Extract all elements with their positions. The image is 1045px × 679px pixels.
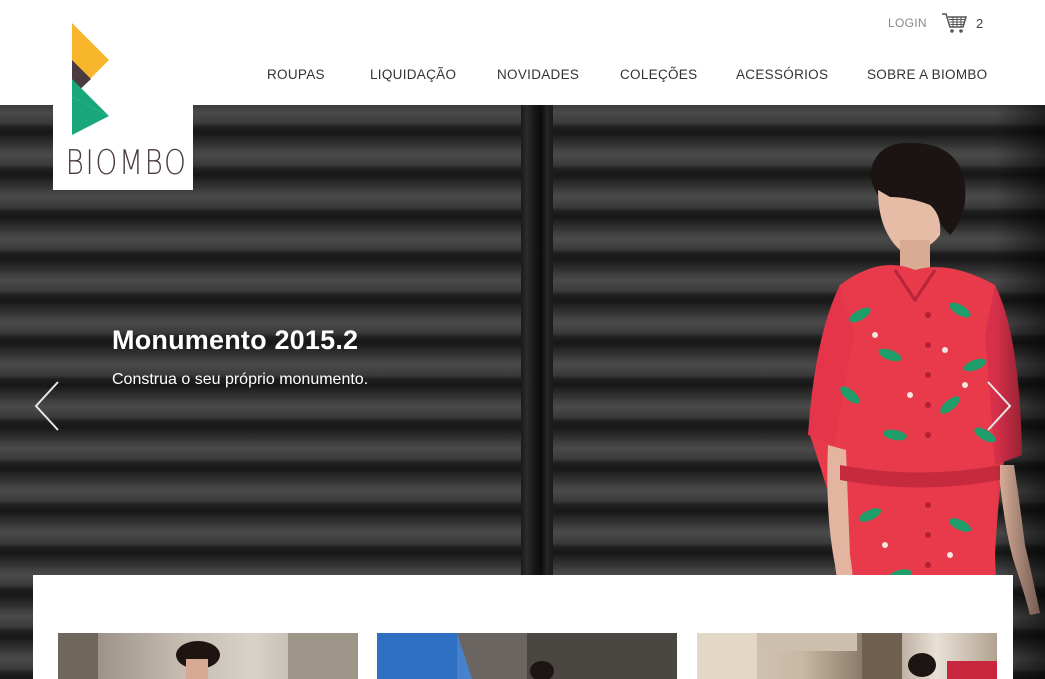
nav-item-colecoes[interactable]: COLEÇÕES: [620, 67, 697, 82]
login-link[interactable]: LOGIN: [888, 16, 927, 30]
nav-item-novidades[interactable]: NOVIDADES: [497, 67, 579, 82]
product-thumbnail[interactable]: [377, 633, 677, 679]
chevron-right-icon[interactable]: [984, 380, 1014, 432]
chevron-left-icon[interactable]: [32, 380, 62, 432]
hero-subtitle: Construa o seu próprio monumento.: [112, 371, 369, 388]
product-thumbnail[interactable]: [58, 633, 358, 679]
nav-item-acessorios[interactable]: ACESSÓRIOS: [736, 67, 828, 82]
shopping-cart-icon[interactable]: [941, 12, 968, 34]
nav-item-roupas[interactable]: ROUPAS: [267, 67, 325, 82]
logo-wordmark: BIOMBO: [65, 143, 188, 183]
logo-mark: [72, 23, 109, 135]
nav-item-liquidacao[interactable]: LIQUIDAÇÃO: [370, 67, 456, 82]
hero-title: Monumento 2015.2: [112, 325, 359, 355]
nav-item-sobre[interactable]: SOBRE A BIOMBO: [867, 67, 988, 82]
product-grid: [33, 575, 1013, 679]
product-thumbnail[interactable]: [697, 633, 997, 679]
brand-logo[interactable]: BIOMBO: [53, 0, 193, 190]
cart-count[interactable]: 2: [976, 16, 983, 31]
